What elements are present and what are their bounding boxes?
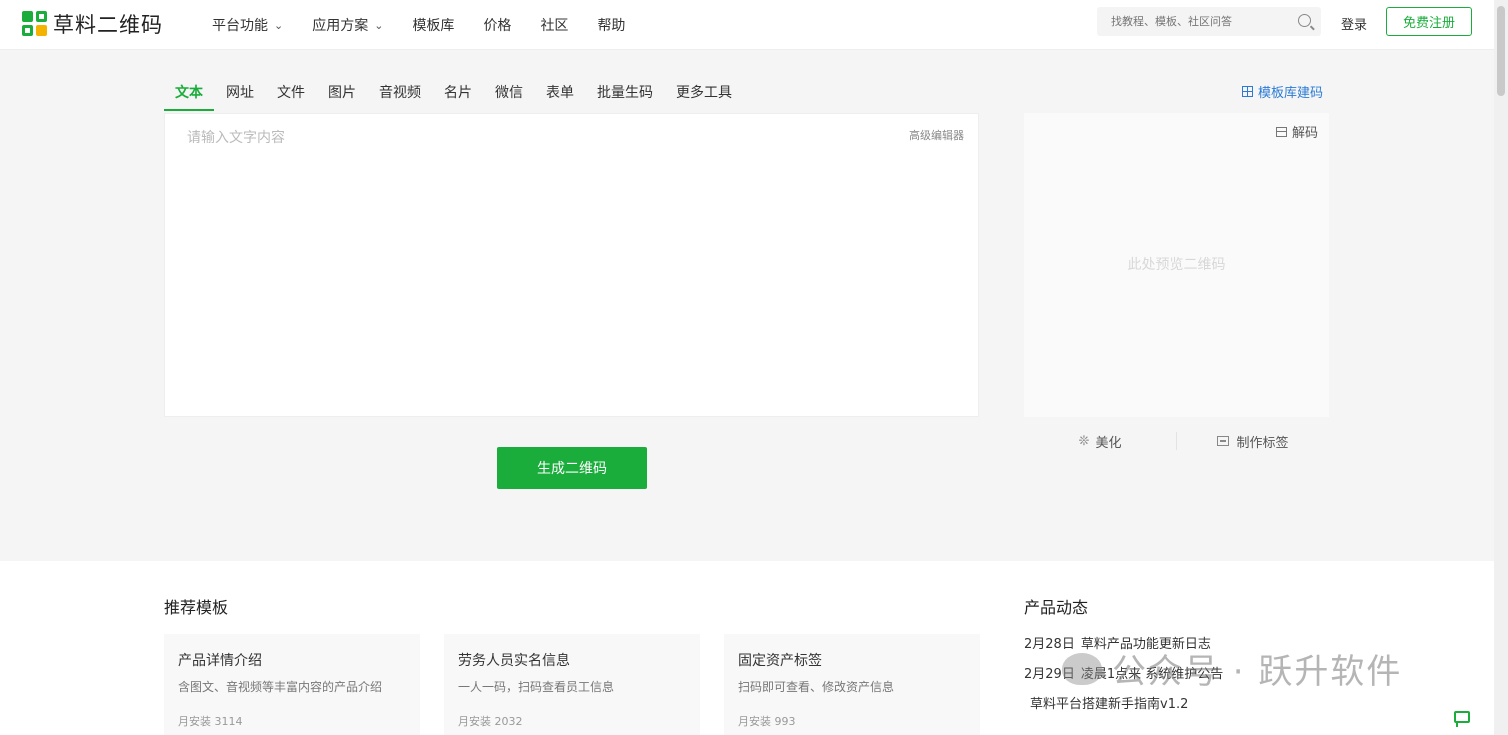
content-type-tabs: 文本 网址 文件 图片 音视频 名片 微信 表单 批量生码 更多工具 — [164, 78, 744, 111]
nav-item-solutions[interactable]: 应用方案 ⌄ — [312, 15, 383, 35]
watermark-text: 公众号 · 跃升软件 — [1112, 652, 1403, 692]
advanced-editor-link[interactable]: 高级编辑器 — [909, 127, 964, 143]
scan-icon — [1275, 126, 1287, 137]
qr-preview-panel: 解码 此处预览二维码 — [1024, 113, 1329, 417]
chat-icon-tail — [1456, 722, 1461, 727]
nav-label: 模板库 — [412, 18, 455, 34]
nav-label: 社区 — [540, 18, 569, 34]
preview-actions: ❊ 美化 制作标签 — [1024, 428, 1329, 454]
scroll-thumb[interactable] — [1497, 6, 1505, 96]
chevron-down-icon: ⌄ — [374, 18, 384, 32]
template-card[interactable]: 产品详情介绍 含图文、音视频等丰富内容的产品介绍 月安装 3114 — [164, 634, 420, 735]
chevron-down-icon: ⌄ — [274, 18, 284, 32]
template-card[interactable]: 劳务人员实名信息 一人一码，扫码查看员工信息 月安装 2032 — [444, 634, 700, 735]
tab-form[interactable]: 表单 — [535, 78, 585, 111]
beautify-label: 美化 — [1095, 435, 1122, 451]
recommended-templates-title: 推荐模板 — [164, 598, 229, 617]
tab-image[interactable]: 图片 — [317, 78, 367, 111]
card-title: 劳务人员实名信息 — [458, 653, 570, 669]
make-label-button[interactable]: 制作标签 — [1177, 432, 1329, 451]
main-nav: 平台功能 ⌄ 应用方案 ⌄ 模板库 价格 社区 帮助 — [212, 0, 654, 50]
nav-item-help[interactable]: 帮助 — [597, 15, 625, 35]
template-library-link[interactable]: 模板库建码 — [1242, 82, 1323, 101]
watermark: 公众号 · 跃升软件 — [1062, 644, 1402, 693]
update-text: 草料平台搭建新手指南v1.2 — [1030, 697, 1189, 712]
card-installs: 月安装 2032 — [458, 715, 523, 728]
generate-qr-button[interactable]: 生成二维码 — [497, 447, 647, 489]
text-editor: 高级编辑器 — [164, 113, 979, 417]
feedback-chat-button[interactable] — [1452, 709, 1474, 729]
nav-label: 应用方案 — [312, 18, 369, 34]
tab-wechat[interactable]: 微信 — [484, 78, 534, 111]
search-input[interactable] — [1097, 15, 1287, 28]
template-card[interactable]: 固定资产标签 扫码即可查看、修改资产信息 月安装 993 — [724, 634, 980, 735]
decode-button[interactable]: 解码 — [1275, 122, 1318, 141]
brand-name: 草料二维码 — [53, 13, 163, 37]
tab-batch-generate[interactable]: 批量生码 — [586, 78, 664, 111]
nav-item-templates[interactable]: 模板库 — [412, 15, 454, 35]
list-item[interactable]: 草料平台搭建新手指南v1.2 — [1024, 693, 1223, 712]
beautify-button[interactable]: ❊ 美化 — [1024, 432, 1176, 451]
card-installs: 月安装 3114 — [178, 715, 243, 728]
register-button[interactable]: 免费注册 — [1386, 7, 1472, 36]
login-link[interactable]: 登录 — [1341, 14, 1367, 33]
card-description: 一人一码，扫码查看员工信息 — [458, 680, 615, 694]
tab-audio-video[interactable]: 音视频 — [368, 78, 432, 111]
card-title: 固定资产标签 — [738, 653, 822, 669]
tab-business-card[interactable]: 名片 — [433, 78, 483, 111]
qr-logo-icon — [22, 11, 48, 37]
nav-label: 帮助 — [597, 18, 626, 34]
tab-url[interactable]: 网址 — [215, 78, 265, 111]
card-description: 含图文、音视频等丰富内容的产品介绍 — [178, 680, 383, 694]
make-label-text: 制作标签 — [1236, 435, 1289, 451]
preview-placeholder: 此处预览二维码 — [1127, 257, 1226, 273]
tab-file[interactable]: 文件 — [266, 78, 316, 111]
page-scrollbar[interactable] — [1494, 0, 1508, 735]
tab-text[interactable]: 文本 — [164, 78, 214, 111]
text-content-input[interactable] — [165, 114, 978, 416]
nav-item-community[interactable]: 社区 — [540, 15, 568, 35]
nav-label: 价格 — [483, 18, 512, 34]
grid-icon — [1242, 86, 1253, 97]
site-logo[interactable]: 草料二维码 — [22, 9, 163, 39]
card-title: 产品详情介绍 — [178, 653, 262, 669]
card-installs: 月安装 993 — [738, 715, 796, 728]
search-box — [1097, 7, 1321, 36]
search-icon[interactable] — [1298, 14, 1311, 27]
decode-label: 解码 — [1291, 126, 1318, 141]
nav-item-pricing[interactable]: 价格 — [483, 15, 511, 35]
wechat-icon — [1062, 652, 1102, 685]
card-description: 扫码即可查看、修改资产信息 — [738, 680, 895, 694]
label-icon — [1217, 436, 1230, 446]
product-updates-title: 产品动态 — [1024, 598, 1089, 617]
nav-item-platform-features[interactable]: 平台功能 ⌄ — [212, 15, 283, 35]
tab-more-tools[interactable]: 更多工具 — [665, 78, 743, 111]
top-header: 草料二维码 平台功能 ⌄ 应用方案 ⌄ 模板库 价格 社区 帮助 登录 免费注册 — [0, 0, 1494, 50]
nav-label: 平台功能 — [212, 18, 268, 34]
template-link-label: 模板库建码 — [1258, 86, 1324, 101]
sparkle-icon: ❊ — [1078, 433, 1090, 449]
